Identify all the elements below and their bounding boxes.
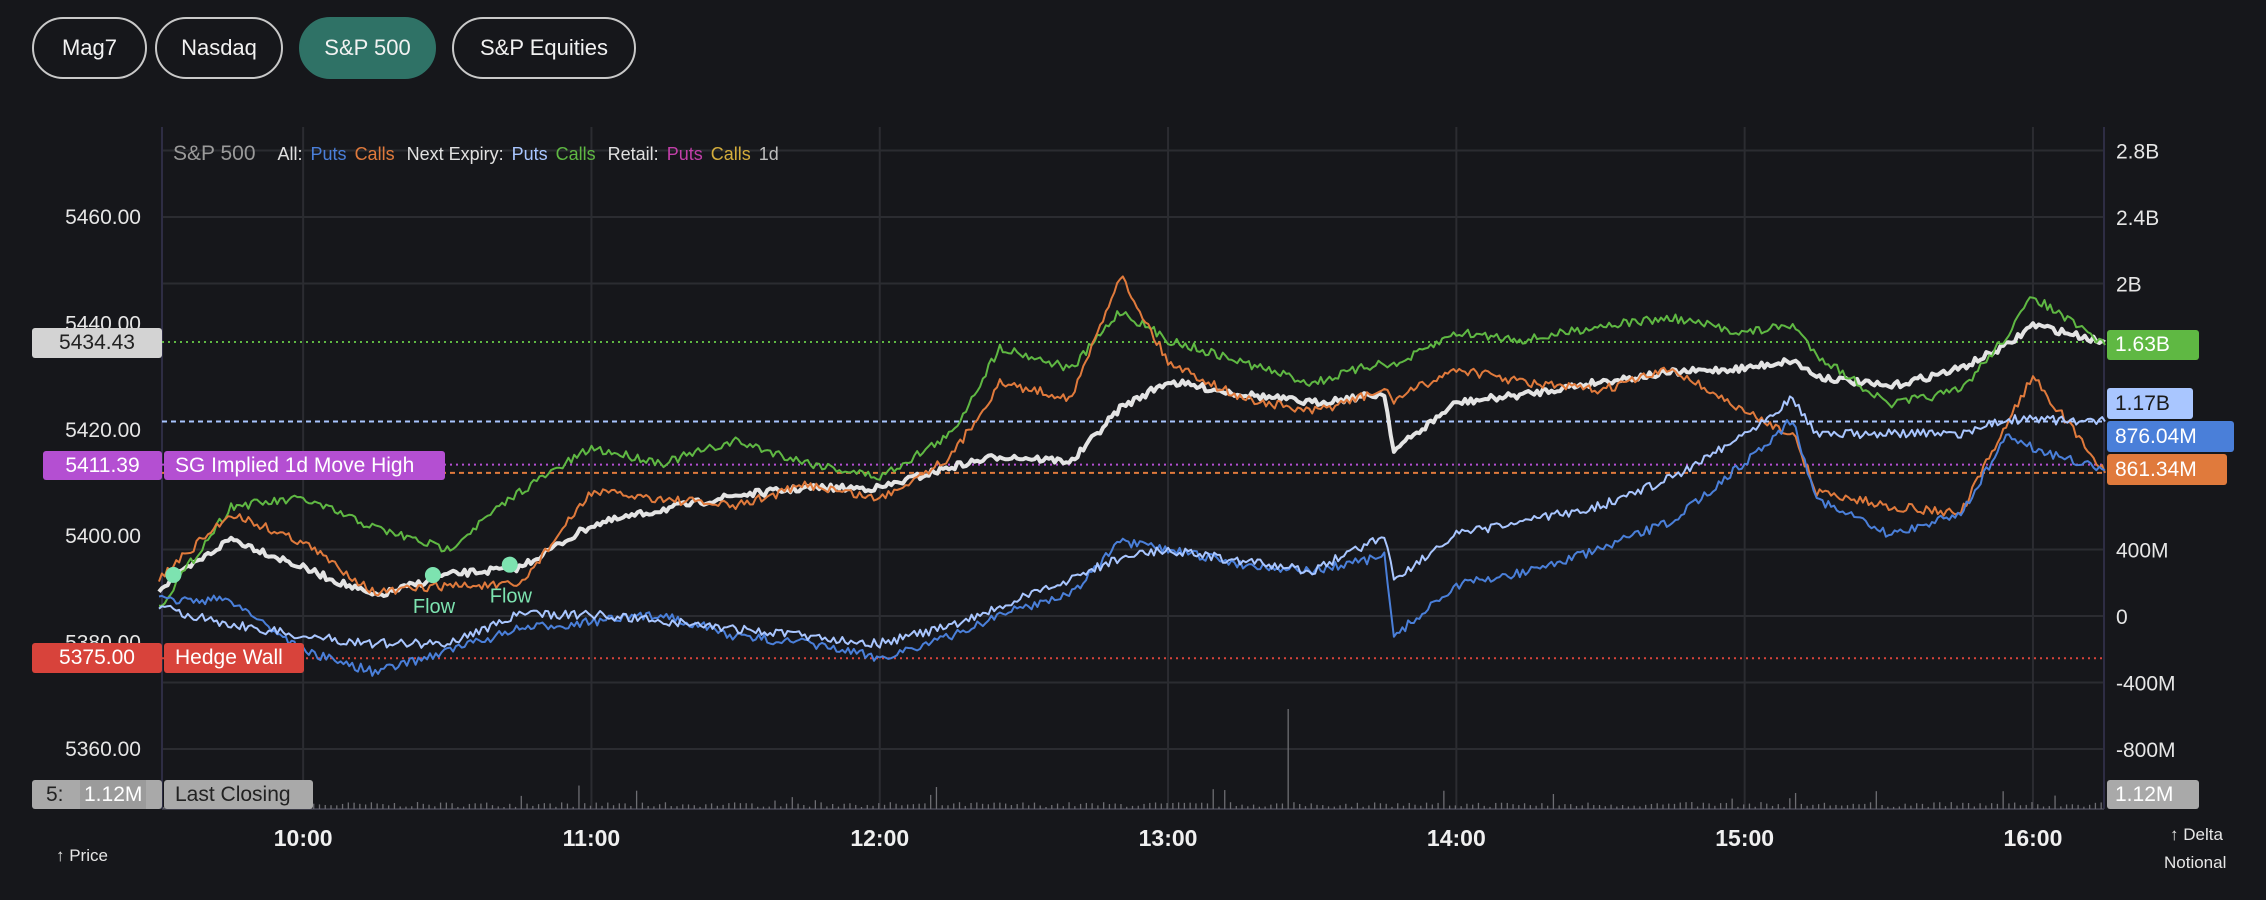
legend-all-calls[interactable]: Calls: [355, 144, 395, 165]
right-tick-label: 2B: [2116, 274, 2142, 297]
x-tick-label: 15:00: [1715, 825, 1774, 851]
right-tick-label: 2.4B: [2116, 207, 2159, 230]
right-tick-label: -400M: [2116, 673, 2176, 696]
x-tick-label: 13:00: [1139, 825, 1198, 851]
legend-all-puts[interactable]: Puts: [311, 144, 347, 165]
right-tick-label: 0: [2116, 606, 2128, 629]
hedge-wall-label: Hedge Wall: [164, 643, 304, 673]
legend-retail-calls[interactable]: Calls: [711, 144, 751, 165]
all-calls-value-tag: 861.34M: [2107, 454, 2227, 485]
chart-canvas[interactable]: 2.8B 2.4B 2B 400M 0 -400M -800M 10:00 11:00 12:00…: [0, 0, 2266, 900]
legend-period[interactable]: 1d: [759, 144, 779, 165]
legend-title: S&P 500: [173, 142, 256, 165]
x-tick-label: 11:00: [563, 825, 621, 851]
flow-marker-icon: [424, 567, 441, 584]
series-line-s-p-500-price: [157, 321, 2106, 598]
all-puts-value-tag: 876.04M: [2107, 421, 2234, 452]
x-tick-label: 10:00: [274, 825, 333, 851]
flow-marker-icon: [165, 566, 182, 583]
legend-next-calls[interactable]: Calls: [556, 144, 596, 165]
x-tick-label: 14:00: [1427, 825, 1486, 851]
right-tick-label: -800M: [2116, 739, 2176, 762]
legend-next-label: Next Expiry:: [406, 144, 504, 164]
right-axis-title-line2: Notional: [2164, 853, 2227, 872]
last-price-tag: 5434.43: [32, 328, 162, 358]
left-tick-label: 5460.00: [65, 206, 141, 229]
left-tick-label: 5420.00: [65, 419, 141, 442]
last-closing-label: Last Closing: [164, 780, 313, 809]
next-puts-value-tag: 1.17B: [2107, 388, 2193, 419]
legend-all-label: All:: [277, 144, 303, 164]
legend-retail-label: Retail:: [607, 144, 659, 164]
flow-marker-label: Flow: [490, 586, 533, 608]
legend-retail-puts[interactable]: Puts: [667, 144, 703, 165]
last-closing-tag: 5: 1.12M: [32, 780, 162, 809]
left-tick-label: 5360.00: [65, 738, 141, 761]
right-tick-label: 400M: [2116, 540, 2169, 563]
series-line-all-puts: [158, 419, 2106, 677]
chart-legend: S&P 500 All: Puts Calls Next Expiry: Put…: [173, 142, 779, 166]
sg-implied-move-label: SG Implied 1d Move High: [164, 451, 445, 480]
flow-marker-label: Flow: [413, 596, 456, 618]
last-closing-volume: 1.12M: [80, 780, 147, 809]
next-calls-value-tag: 1.63B: [2107, 330, 2199, 360]
sg-price-tag: 5411.39: [43, 451, 162, 480]
left-tick-label: 5400.00: [65, 525, 141, 548]
last-closing-price-clip: 5:: [46, 782, 64, 806]
flow-marker-icon: [501, 556, 518, 573]
legend-next-puts[interactable]: Puts: [512, 144, 548, 165]
volume-value-tag: 1.12M: [2107, 780, 2199, 809]
x-tick-label: 12:00: [850, 825, 909, 851]
x-tick-label: 16:00: [2004, 825, 2063, 851]
hedge-wall-price-tag: 5375.00: [32, 643, 162, 673]
right-axis-title-line1: ↑ Delta: [2170, 825, 2223, 844]
right-tick-label: 2.8B: [2116, 141, 2159, 164]
series-line-next-expiry-calls: [158, 296, 2106, 607]
left-axis-title: ↑ Price: [56, 846, 108, 865]
